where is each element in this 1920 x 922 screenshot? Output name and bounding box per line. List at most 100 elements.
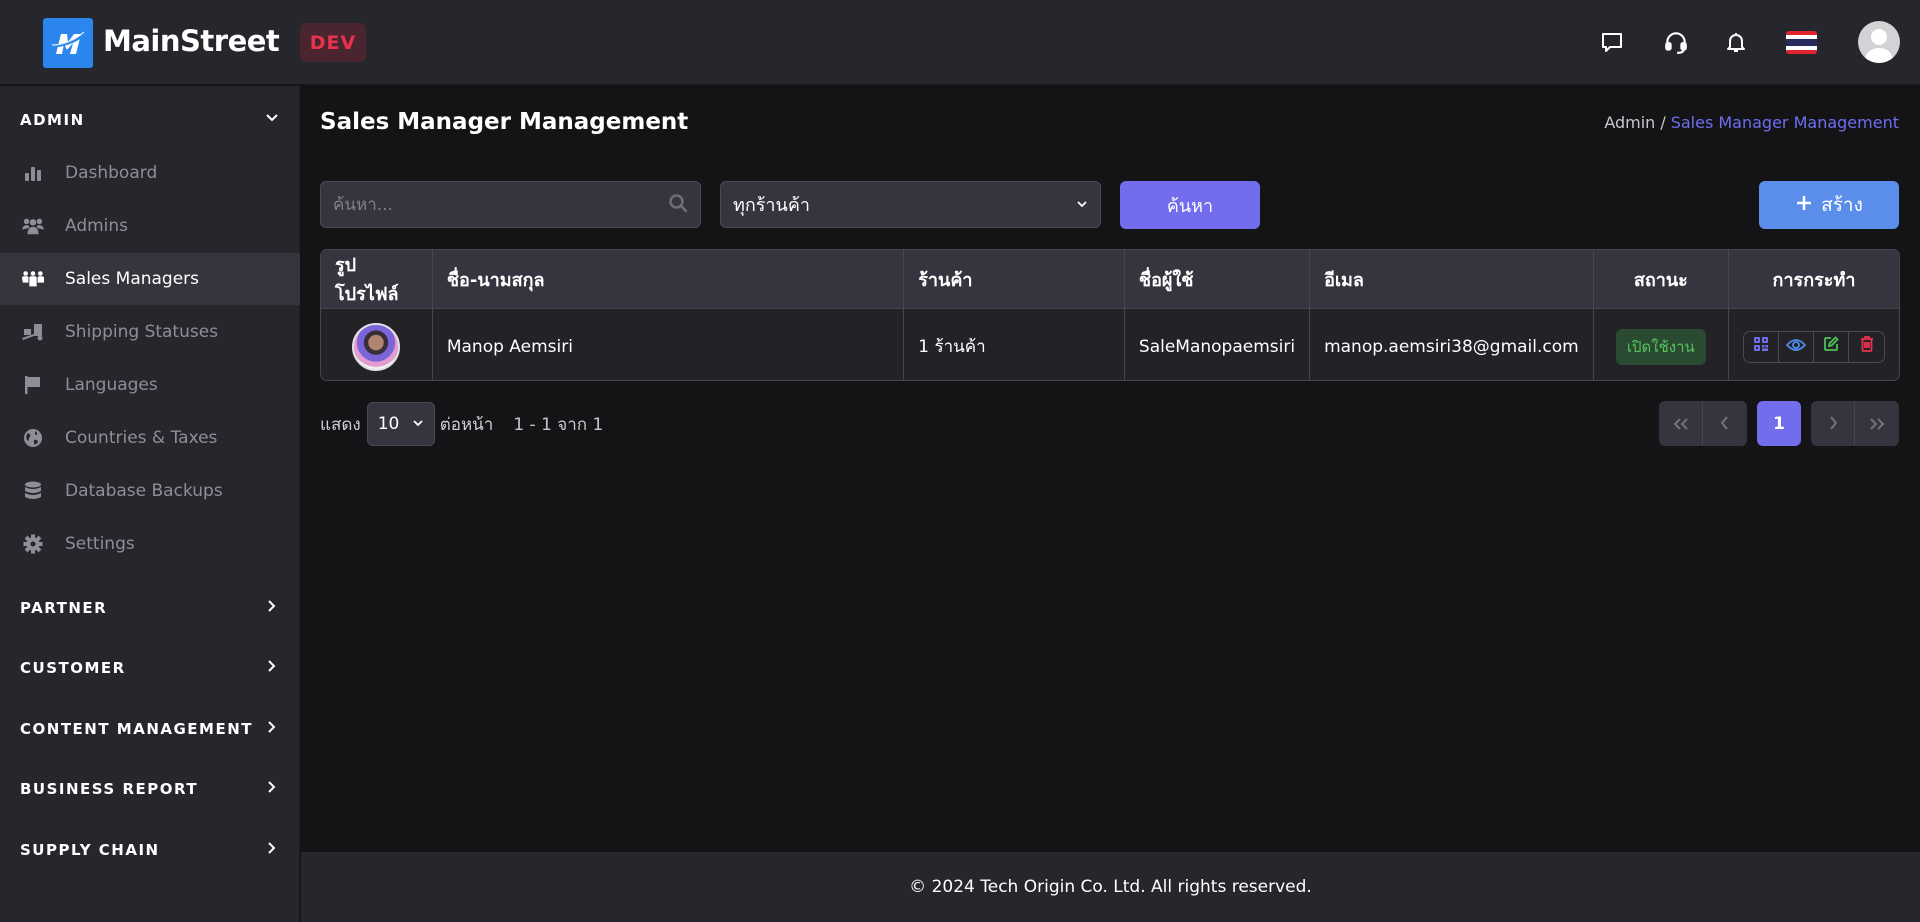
pagination-next-group (1811, 401, 1899, 446)
edit-button[interactable] (1814, 331, 1849, 362)
actions-cell (1729, 309, 1900, 381)
plus-icon (1795, 194, 1813, 217)
main-content: Sales Manager Management Admin / Sales Man… (301, 86, 1920, 852)
eye-icon (1785, 337, 1807, 357)
top-navbar: MainStreet DEV (0, 0, 1920, 85)
database-icon (22, 480, 44, 502)
chat-icon[interactable] (1596, 26, 1628, 58)
sidebar-item-admins[interactable]: Admins (0, 200, 300, 252)
next-page-button[interactable] (1811, 401, 1855, 446)
search-button[interactable]: ค้นหา (1120, 181, 1260, 229)
page-size-control: แสดง 10 ต่อหน้า 1 - 1 จาก 1 (320, 402, 603, 446)
sidebar-item-label: Dashboard (65, 163, 158, 183)
sidebar-item-settings[interactable]: Settings (0, 518, 300, 570)
sidebar-item-label: Sales Managers (65, 269, 200, 289)
sidebar-section-business-report[interactable]: BUSINESS REPORT (0, 769, 300, 809)
breadcrumb-current: Sales Manager Management (1670, 113, 1899, 132)
avatar[interactable] (352, 322, 401, 371)
sidebar-section-supply-chain[interactable]: SUPPLY CHAIN (0, 830, 300, 870)
chevron-left-icon (1719, 412, 1731, 436)
sidebar-item-database-backups[interactable]: Database Backups (0, 465, 300, 517)
store-filter-value: ทุกร้านค้า (733, 195, 810, 216)
sidebar-section-label: SUPPLY CHAIN (20, 841, 160, 859)
sidebar-section-label: PARTNER (20, 599, 108, 617)
status-badge: เปิดใช้งาน (1615, 328, 1706, 365)
chevrons-left-icon (1672, 412, 1690, 436)
chevron-right-icon (264, 779, 280, 799)
search-field[interactable] (320, 181, 701, 228)
gear-icon (22, 533, 44, 555)
chevron-down-icon (1076, 195, 1088, 214)
sidebar-item-label: Languages (65, 375, 158, 395)
env-badge: DEV (300, 23, 366, 62)
email-cell: manop.aemsiri38@gmail.com (1309, 308, 1594, 380)
column-header-full-name: ชื่อ-นามสกุล (432, 250, 905, 309)
sidebar-section-admin[interactable]: ADMIN (0, 100, 300, 140)
sidebar-item-label: Database Backups (65, 481, 223, 501)
column-header-status: สถานะ (1593, 250, 1730, 309)
show-label: แสดง (320, 414, 361, 435)
logo-icon[interactable] (43, 18, 93, 68)
sales-managers-table: รูปโปรไฟล์ ชื่อ-นามสกุล ร้านค้า ชื่อผู้ใ… (320, 249, 1900, 381)
qr-code-icon (1753, 336, 1769, 357)
qr-code-button[interactable] (1744, 331, 1779, 362)
previous-page-button[interactable] (1703, 401, 1747, 446)
last-page-button[interactable] (1855, 401, 1899, 446)
page-button-current[interactable]: 1 (1757, 401, 1801, 446)
sidebar-item-label: Shipping Statuses (65, 322, 219, 342)
page-title: Sales Manager Management (320, 109, 689, 135)
users-icon (22, 215, 44, 237)
create-button[interactable]: สร้าง (1759, 181, 1899, 229)
record-range: 1 - 1 จาก 1 (513, 414, 604, 435)
status-cell: เปิดใช้งาน (1593, 308, 1730, 380)
sidebar-section-customer[interactable]: CUSTOMER (0, 648, 300, 688)
per-page-value: 10 (377, 414, 400, 434)
sidebar-item-sales-managers[interactable]: Sales Managers (0, 253, 300, 305)
sidebar: ADMIN Dashboard Admins Sales Managers Sh… (0, 86, 300, 922)
sidebar-item-countries-taxes[interactable]: Countries & Taxes (0, 412, 300, 464)
per-page-label: ต่อหน้า (439, 414, 494, 435)
breadcrumb-root[interactable]: Admin (1604, 113, 1655, 132)
delete-button[interactable] (1849, 332, 1884, 362)
trash-icon (1860, 336, 1874, 357)
flag-icon (22, 374, 44, 396)
store-cell[interactable]: 1 ร้านค้า (903, 308, 1125, 380)
bell-icon[interactable] (1720, 26, 1752, 58)
chart-bar-icon (22, 162, 44, 184)
column-header-store: ร้านค้า (903, 250, 1125, 309)
sidebar-item-dashboard[interactable]: Dashboard (0, 147, 300, 199)
profile-picture-cell (321, 308, 433, 380)
brand-name[interactable]: MainStreet (103, 24, 280, 58)
column-header-actions: การกระทำ (1728, 250, 1899, 309)
footer: © 2024 Tech Origin Co. Ltd. All rights r… (301, 852, 1920, 922)
chevron-right-icon (264, 598, 280, 618)
username-cell: SaleManopaemsiri (1124, 308, 1311, 380)
per-page-select[interactable]: 10 (366, 402, 435, 446)
thai-flag-icon[interactable] (1786, 31, 1817, 54)
copyright-text: © 2024 Tech Origin Co. Ltd. All rights r… (909, 877, 1312, 897)
search-icon[interactable] (668, 193, 688, 217)
sidebar-section-partner[interactable]: PARTNER (0, 588, 300, 628)
sidebar-item-label: Countries & Taxes (65, 428, 218, 448)
chevron-right-icon (264, 840, 280, 860)
store-filter-select[interactable]: ทุกร้านค้า (720, 181, 1101, 228)
truck-ramp-icon (22, 321, 44, 343)
table-row: Manop Aemsiri 1 ร้านค้า SaleManopaemsiri… (321, 308, 1900, 381)
breadcrumb: Admin / Sales Manager Management (1604, 113, 1899, 132)
view-button[interactable] (1779, 331, 1814, 362)
breadcrumb-separator: / (1660, 113, 1666, 132)
headset-icon[interactable] (1660, 26, 1692, 58)
sidebar-section-label: CONTENT MANAGEMENT (20, 720, 254, 738)
sidebar-item-shipping-statuses[interactable]: Shipping Statuses (0, 306, 300, 358)
user-avatar-icon[interactable] (1858, 21, 1900, 63)
sidebar-section-content-management[interactable]: CONTENT MANAGEMENT (0, 709, 300, 749)
row-action-group (1743, 330, 1885, 363)
table-header-row: รูปโปรไฟล์ ชื่อ-นามสกุล ร้านค้า ชื่อผู้ใ… (321, 250, 1899, 309)
search-input[interactable] (333, 194, 668, 215)
sidebar-section-label: CUSTOMER (20, 659, 126, 677)
chevrons-right-icon (1868, 412, 1886, 436)
edit-icon (1823, 336, 1839, 357)
first-page-button[interactable] (1659, 401, 1703, 446)
sidebar-item-label: Settings (65, 534, 135, 554)
sidebar-item-languages[interactable]: Languages (0, 359, 300, 411)
